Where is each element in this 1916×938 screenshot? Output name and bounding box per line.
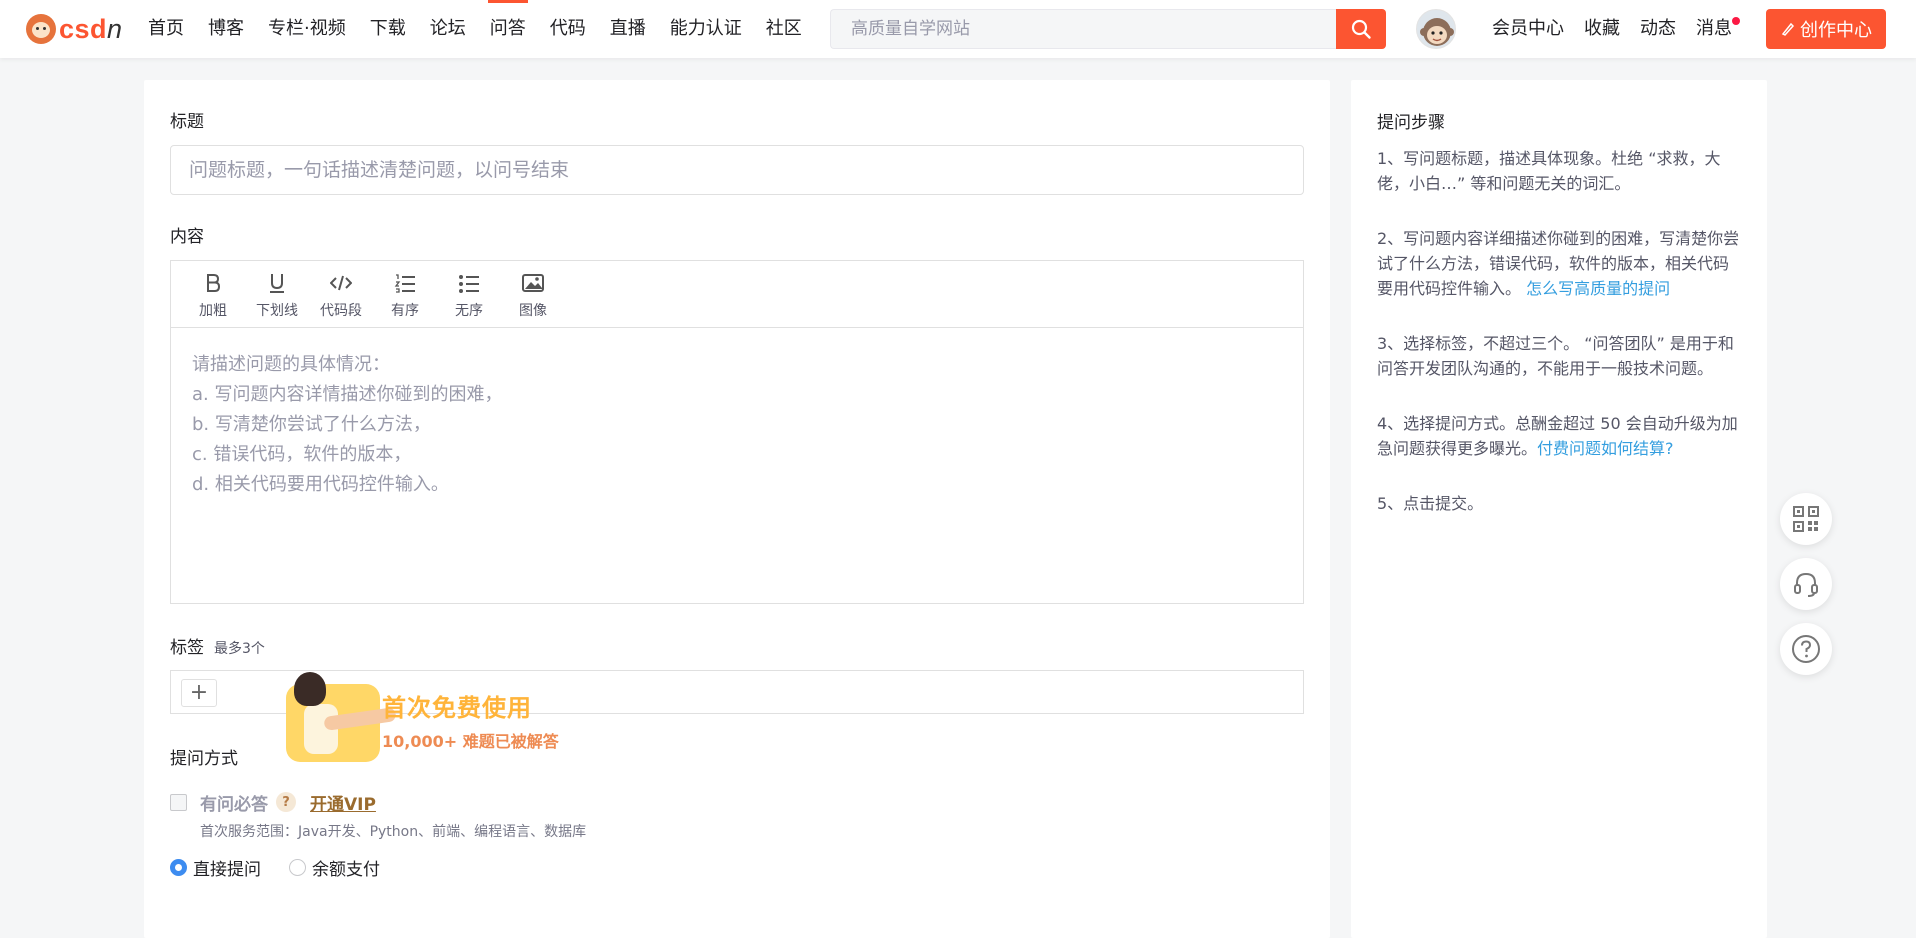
monkey-avatar-icon <box>1420 18 1454 46</box>
underline-icon <box>270 273 284 293</box>
activity-link[interactable]: 动态 <box>1630 0 1686 58</box>
search-input[interactable] <box>830 9 1336 49</box>
promo-title: 首次免费使用 <box>382 694 532 722</box>
unordered-list-label: 无序 <box>455 302 483 319</box>
balance-pay-radio[interactable] <box>289 858 306 876</box>
underline-label: 下划线 <box>256 302 298 319</box>
monkey-logo-icon <box>26 14 56 44</box>
step-1: 1、写问题标题，描述具体现象。杜绝 “求救，大佬，小白…” 等和问题无关的词汇。 <box>1377 149 1721 193</box>
bold-button[interactable]: 加粗 <box>181 261 245 328</box>
nav-item-qa[interactable]: 问答 <box>478 0 538 58</box>
how-to-ask-link[interactable]: 怎么写高质量的提问 <box>1526 279 1670 298</box>
unread-dot <box>1732 17 1740 25</box>
promo-subtitle: 10,000+ 难题已被解答 <box>382 732 559 751</box>
payment-mode-radios: 直接提问 余额支付 <box>170 855 408 880</box>
nav-item-community[interactable]: 社区 <box>754 0 814 58</box>
content-textarea[interactable] <box>171 328 1303 603</box>
balance-pay-label[interactable]: 余额支付 <box>312 855 380 880</box>
logo-text-main: csd <box>59 13 108 44</box>
tags-limit-note: 最多3个 <box>214 641 265 657</box>
vip-checkbox[interactable] <box>170 793 187 811</box>
tags-label: 标签 <box>170 638 204 658</box>
help-question-icon[interactable]: ? <box>276 792 296 812</box>
help-button[interactable] <box>1780 623 1832 675</box>
search-icon <box>1351 19 1371 39</box>
headset-icon <box>1794 572 1818 597</box>
nav-item-blog[interactable]: 博客 <box>196 0 256 58</box>
open-vip-link[interactable]: 开通VIP <box>310 790 376 815</box>
code-block-button[interactable]: 代码段 <box>309 261 373 328</box>
nav-item-live[interactable]: 直播 <box>598 0 658 58</box>
image-button[interactable]: 图像 <box>501 261 565 328</box>
step-5: 5、点击提交。 <box>1377 494 1484 513</box>
header-links: 会员中心 收藏 动态 消息 <box>1482 0 1742 58</box>
nav-item-certification[interactable]: 能力认证 <box>658 0 754 58</box>
title-input[interactable] <box>170 145 1304 195</box>
underline-button[interactable]: 下划线 <box>245 261 309 328</box>
add-tag-button[interactable]: + <box>181 679 217 707</box>
question-circle-icon <box>1792 635 1820 663</box>
bold-icon <box>207 273 221 292</box>
main-nav: 首页 博客 专栏·视频 下载 论坛 问答 代码 直播 能力认证 社区 <box>136 0 814 58</box>
messages-link[interactable]: 消息 <box>1686 0 1742 58</box>
vip-option-row: 有问必答 ? 开通VIP <box>170 790 376 815</box>
bold-label: 加粗 <box>199 302 227 319</box>
steps-title: 提问步骤 <box>1377 113 1445 133</box>
csdn-logo[interactable]: csdn <box>26 14 123 44</box>
unordered-list-button[interactable]: 无序 <box>437 261 501 328</box>
vip-service-scope: 首次服务范围：Java开发、Python、前端、编程语言、数据库 <box>200 824 587 840</box>
ask-steps-panel: 提问步骤 1、写问题标题，描述具体现象。杜绝 “求救，大佬，小白…” 等和问题无… <box>1351 80 1767 938</box>
pen-icon <box>1781 22 1795 36</box>
top-navigation-bar: csdn 首页 博客 专栏·视频 下载 论坛 问答 代码 直播 能力认证 社区 … <box>0 0 1916 58</box>
promo-person-head <box>294 672 326 706</box>
member-center-link[interactable]: 会员中心 <box>1482 0 1574 58</box>
search-bar <box>830 9 1386 49</box>
search-button[interactable] <box>1336 9 1386 49</box>
user-avatar[interactable] <box>1416 9 1456 49</box>
nav-item-code[interactable]: 代码 <box>538 0 598 58</box>
messages-label: 消息 <box>1696 18 1732 39</box>
step-4: 4、选择提问方式。总酬金超过 50 会自动升级为加急问题获得更多曝光。付费问题如… <box>1377 411 1741 461</box>
title-label: 标题 <box>170 112 204 132</box>
create-center-label: 创作中心 <box>1800 20 1872 41</box>
nav-item-forum[interactable]: 论坛 <box>418 0 478 58</box>
vip-option-label: 有问必答 <box>200 794 268 815</box>
nav-item-home[interactable]: 首页 <box>136 0 196 58</box>
step-3: 3、选择标签，不超过三个。 “问答团队” 是用于和问答开发团队沟通的，不能用于一… <box>1377 334 1734 378</box>
logo-text-tail: n <box>107 13 123 44</box>
qrcode-button[interactable] <box>1780 493 1832 545</box>
create-center-button[interactable]: 创作中心 <box>1766 9 1886 49</box>
qrcode-icon <box>1793 506 1819 532</box>
ordered-list-button[interactable]: 有序 <box>373 261 437 328</box>
question-form-card: 标题 内容 加粗 下划线 代码段 有序 无序 <box>144 80 1330 938</box>
unordered-list-icon <box>459 274 479 293</box>
customer-service-button[interactable] <box>1780 558 1832 610</box>
content-editor: 加粗 下划线 代码段 有序 无序 图像 <box>170 260 1304 604</box>
code-icon <box>330 275 352 290</box>
tags-label-row: 标签 最多3个 <box>170 633 265 658</box>
editor-toolbar: 加粗 下划线 代码段 有序 无序 图像 <box>171 261 1303 328</box>
ordered-list-icon <box>394 273 415 293</box>
direct-ask-label[interactable]: 直接提问 <box>193 855 261 880</box>
paid-question-link[interactable]: 付费问题如何结算? <box>1537 439 1674 458</box>
direct-ask-radio[interactable] <box>170 858 187 876</box>
nav-item-column-video[interactable]: 专栏·视频 <box>256 0 358 58</box>
free-trial-promo[interactable]: 首次免费使用 10,000+ 难题已被解答 <box>278 672 578 768</box>
content-label: 内容 <box>170 227 204 247</box>
favorites-link[interactable]: 收藏 <box>1574 0 1630 58</box>
ask-mode-label: 提问方式 <box>170 749 238 769</box>
code-block-label: 代码段 <box>320 302 362 319</box>
step-2: 2、写问题内容详细描述你碰到的困难，写清楚你尝试了什么方法，错误代码，软件的版本… <box>1377 226 1741 301</box>
ordered-list-label: 有序 <box>391 302 419 319</box>
image-icon <box>522 273 544 292</box>
nav-item-download[interactable]: 下载 <box>358 0 418 58</box>
image-label: 图像 <box>519 302 547 319</box>
